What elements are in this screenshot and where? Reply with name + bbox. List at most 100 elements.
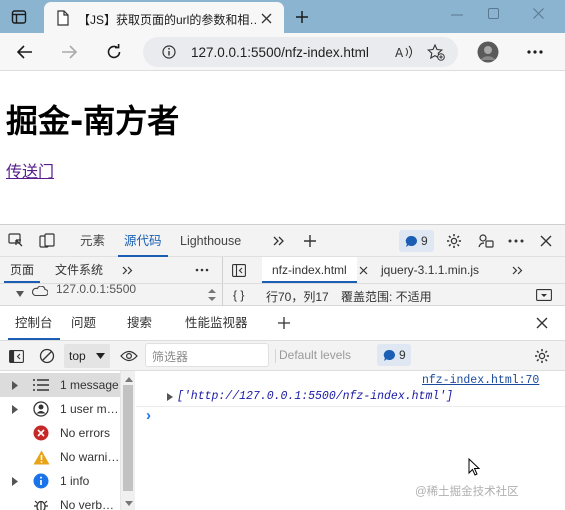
drawer-tab-performance-monitor[interactable]: 性能监视器 [185,306,248,340]
navigator-more-icon[interactable] [192,263,212,277]
sidebar-item-label: No warni… [60,450,118,464]
read-aloud-icon[interactable]: A [393,43,415,61]
source-link[interactable]: nfz-index.html:70 [422,374,539,387]
tree-item-origin[interactable]: 127.0.0.1:5500 [56,282,136,296]
console-filter-input[interactable]: 筛选器 [145,343,269,367]
mouse-cursor-icon [467,457,481,477]
info-icon [32,472,50,490]
status-divider [222,284,223,306]
file-tabs-more-chevron-icon[interactable] [510,263,524,277]
sidebar-scrollbar[interactable] [120,371,135,510]
bug-icon [32,496,50,510]
more-options-icon[interactable] [523,41,547,63]
devtools-more-icon[interactable] [506,232,526,250]
favorites-add-icon[interactable] [425,43,447,61]
browser-tab[interactable]: 【JS】获取页面的url的参数和相… [44,2,284,33]
console-sidebar-toggle-icon[interactable] [7,347,25,365]
scroll-up-icon[interactable] [124,375,133,383]
watermark: @稀土掘金技术社区 [415,486,519,498]
sources-status-row: 127.0.0.1:5500 { } 行70，列17 覆盖范围: 不适用 [0,282,565,306]
page-heading: 掘金-南方者 [6,102,180,140]
drawer-tab-issues[interactable]: 问题 [71,306,96,340]
settings-gear-icon[interactable] [445,232,463,250]
toggle-debugger-icon[interactable] [535,287,553,302]
sidebar-item-warnings[interactable]: No warni… [0,445,120,469]
console-toolbar: top Default levels 9 [0,341,565,371]
tab-elements[interactable]: 元素 [80,225,105,257]
address-url: 127.0.0.1:5500/nfz-index.html [191,45,369,60]
pane-divider [222,257,223,283]
close-drawer-icon[interactable] [533,314,551,332]
error-icon [32,424,50,442]
forward-icon[interactable] [58,41,80,63]
expand-arrow-icon [10,404,20,414]
live-expression-eye-icon[interactable] [119,347,139,365]
info-circle-icon[interactable] [161,44,177,60]
add-tab-icon[interactable] [301,232,319,250]
file-tab-jquery[interactable]: jquery-3.1.1.min.js [381,257,479,283]
clear-console-icon[interactable] [38,347,56,365]
page-favicon-icon [55,10,71,26]
pretty-print-braces[interactable]: { } [233,288,244,302]
console-prompt[interactable]: › [146,407,151,424]
drawer-tab-console[interactable]: 控制台 [8,306,60,340]
console-issues-count: 9 [399,348,406,362]
context-selector[interactable]: top [64,344,110,368]
page-content [0,72,565,224]
drawer-add-tab-icon[interactable] [275,314,293,332]
sidebar-item-errors[interactable]: No errors [0,421,120,445]
sidebar-item-label: No errors [60,426,111,440]
minimize-icon[interactable] [448,7,466,23]
console-output: nfz-index.html:70 ['http://127.0.0.1:550… [136,371,565,510]
page-link[interactable]: 传送门 [6,158,54,182]
more-tabs-chevron-icon[interactable] [270,233,288,249]
sidebar-item-label: 1 message [60,378,118,392]
scroll-down-icon[interactable] [124,499,133,507]
sidebar-item-info[interactable]: 1 info [0,469,120,493]
sidebar-item-messages[interactable]: 1 message [0,373,120,397]
sidebar-item-label: 1 info [60,474,90,488]
console-message-row: nfz-index.html:70 ['http://127.0.0.1:550… [136,371,565,407]
new-tab-icon[interactable] [291,7,313,27]
sources-tab-filesystem[interactable]: 文件系统 [55,257,103,283]
browser-tab-strip: 【JS】获取页面的url的参数和相… [0,0,565,33]
drawer-tab-search[interactable]: 搜索 [127,306,152,340]
feedback-icon[interactable] [477,232,495,250]
close-tab-icon[interactable] [258,10,274,26]
devtools-toolbar: 元素 源代码 Lighthouse 9 [0,224,565,257]
sources-more-chevron-icon[interactable] [120,263,134,277]
close-devtools-icon[interactable] [537,232,555,250]
tab-sources[interactable]: 源代码 [118,225,168,257]
issues-badge[interactable]: 9 [399,230,434,252]
navigator-scroll-icon[interactable] [206,286,218,304]
sidebar-item-verbose[interactable]: No verb… [0,493,120,510]
context-dropdown-icon [95,352,105,360]
filter-placeholder: 筛选器 [152,350,189,364]
drawer-tabbar: 控制台 问题 搜索 性能监视器 [0,306,565,341]
avatar[interactable] [476,40,500,64]
file-tab-nfz-index[interactable]: nfz-index.html [262,257,357,283]
log-levels-dropdown[interactable]: Default levels [279,348,351,362]
tab-actions-icon[interactable] [8,6,30,28]
address-bar[interactable]: 127.0.0.1:5500/nfz-index.html A [143,37,458,67]
maximize-icon[interactable] [484,5,502,21]
expand-log-icon[interactable] [166,392,174,401]
sources-tab-page[interactable]: 页面 [4,257,41,283]
tab-lighthouse[interactable]: Lighthouse [180,225,241,257]
tree-expand-icon[interactable] [14,288,26,300]
device-emulation-icon[interactable] [38,232,56,250]
console-issues-badge[interactable]: 9 [377,344,411,366]
issues-count: 9 [421,234,428,248]
log-value[interactable]: ['http://127.0.0.1:5500/nfz-index.html'] [177,390,453,403]
toggle-navigator-icon[interactable] [231,262,247,278]
user-icon [32,400,50,418]
svg-text:A: A [395,46,404,59]
refresh-icon[interactable] [103,41,125,63]
back-icon[interactable] [14,41,36,63]
sidebar-item-user-messages[interactable]: 1 user m… [0,397,120,421]
inspect-element-icon[interactable] [7,232,25,250]
close-window-icon[interactable] [529,5,547,21]
console-settings-gear-icon[interactable] [533,347,551,365]
scrollbar-thumb[interactable] [123,385,133,491]
close-file-tab-icon[interactable] [357,264,369,276]
